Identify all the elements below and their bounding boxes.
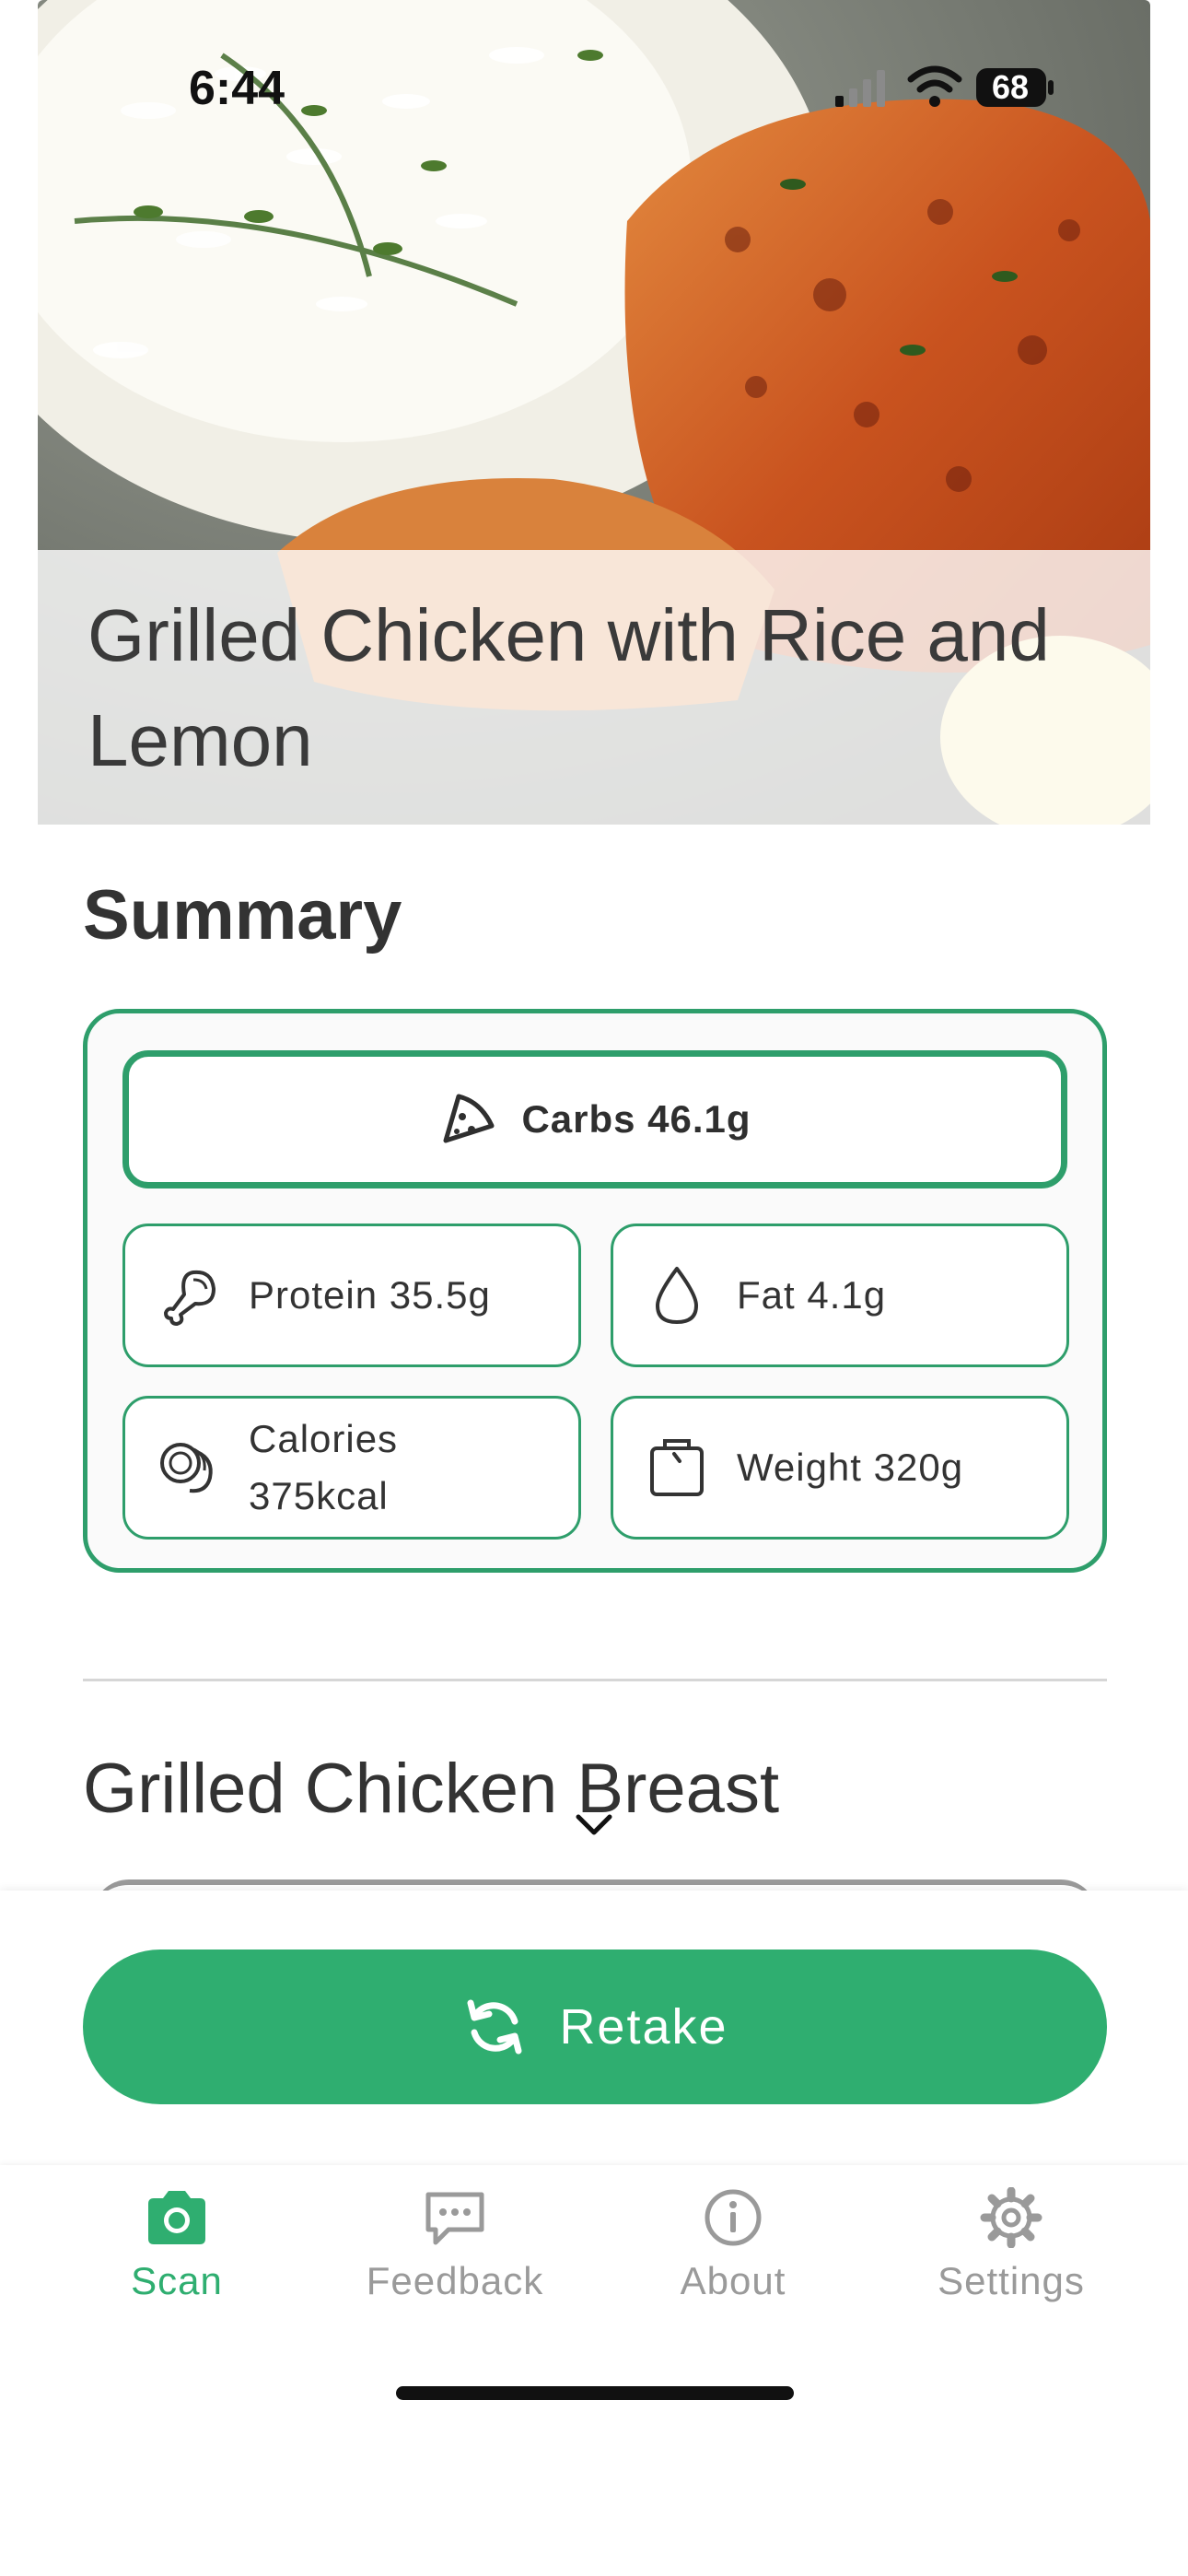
- calories-value: 375kcal: [249, 1474, 389, 1517]
- tab-scan[interactable]: Scan: [39, 2187, 315, 2316]
- camera-icon: [148, 2191, 205, 2244]
- calories-chip[interactable]: Calories 375kcal: [122, 1396, 581, 1540]
- fat-label: Fat 4.1g: [737, 1273, 887, 1317]
- retake-label: Retake: [559, 1999, 728, 2055]
- tab-about[interactable]: About: [595, 2187, 871, 2316]
- weight-label: Weight 320g: [737, 1446, 964, 1489]
- carbs-chip[interactable]: Carbs 46.1g: [122, 1050, 1067, 1188]
- drumstick-icon: [164, 1270, 215, 1326]
- gear-icon: [980, 2187, 1042, 2248]
- coins-icon: [160, 1443, 213, 1493]
- calories-label: Calories: [249, 1417, 399, 1460]
- status-bar: 6:44 68: [0, 0, 1188, 175]
- protein-label: Protein 35.5g: [249, 1273, 491, 1317]
- tab-feedback-label: Feedback: [366, 2259, 544, 2302]
- weight-chip[interactable]: Weight 320g: [611, 1396, 1069, 1540]
- info-icon: [705, 2189, 762, 2246]
- food-item-heading: Grilled Chicken Breast: [83, 1750, 780, 1828]
- tab-scan-label: Scan: [131, 2259, 223, 2302]
- carbs-label: Carbs 46.1g: [521, 1097, 751, 1141]
- summary-card: Carbs 46.1g Protein 35.5g Fat 4.1g Calor…: [83, 1009, 1107, 1573]
- fat-chip[interactable]: Fat 4.1g: [611, 1224, 1069, 1367]
- dish-title: Grilled Chicken with Rice and Lemon: [87, 594, 1050, 781]
- weight-scale-icon: [650, 1439, 704, 1496]
- calories-text: Calories 375kcal: [249, 1411, 398, 1525]
- tab-bar: Scan Feedback About Settings: [0, 2165, 1188, 2576]
- retake-button[interactable]: Retake: [83, 1950, 1107, 2104]
- tab-about-label: About: [680, 2259, 786, 2302]
- wifi-icon: [907, 65, 962, 107]
- tab-settings[interactable]: Settings: [873, 2187, 1149, 2316]
- home-indicator: [396, 2386, 794, 2400]
- section-divider: [83, 1679, 1107, 1681]
- cellular-signal-icon: [835, 70, 885, 107]
- droplet-icon: [656, 1267, 698, 1324]
- title-overlay: Grilled Chicken with Rice and Lemon: [38, 550, 1150, 825]
- status-time: 6:44: [189, 62, 285, 115]
- pizza-slice-icon: [443, 1094, 495, 1143]
- chat-icon: [425, 2192, 484, 2245]
- tab-feedback[interactable]: Feedback: [317, 2187, 593, 2316]
- summary-heading: Summary: [83, 876, 402, 954]
- chevron-down-icon[interactable]: [573, 1811, 615, 1839]
- protein-chip[interactable]: Protein 35.5g: [122, 1224, 581, 1367]
- refresh-icon: [467, 1999, 522, 2055]
- tab-settings-label: Settings: [938, 2259, 1085, 2302]
- battery-level: 68: [991, 68, 1030, 106]
